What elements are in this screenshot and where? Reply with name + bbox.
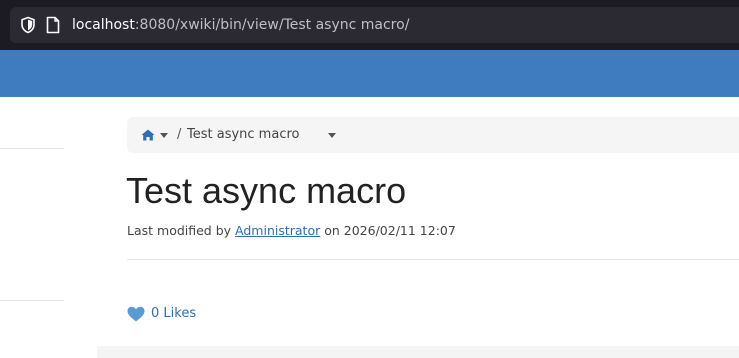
shield-icon[interactable] [19,16,37,34]
url-text[interactable]: localhost:8080/xwiki/bin/view/Test async… [72,16,409,34]
wiki-top-navbar [0,50,739,97]
heart-icon[interactable] [127,306,145,322]
breadcrumb: / Test async macro [127,117,739,153]
home-icon[interactable] [141,129,155,141]
url-path: :8080/xwiki/bin/view/Test async macro/ [134,17,410,33]
content-divider [127,259,739,260]
left-panel [0,97,97,358]
author-link[interactable]: Administrator [235,223,320,238]
page-title: Test async macro [126,170,407,211]
breadcrumb-separator: / [177,127,182,142]
modified-date: 2026/02/11 12:07 [343,223,456,238]
caret-down-icon[interactable] [160,133,168,138]
likes-count[interactable]: 0 Likes [151,305,196,323]
page-icon[interactable] [45,16,61,34]
browser-toolbar: localhost:8080/xwiki/bin/view/Test async… [0,0,739,50]
like-button[interactable]: 0 Likes [127,305,196,323]
main-content: / Test async macro Test async macro Last… [97,97,739,346]
caret-down-icon[interactable] [328,133,336,138]
document-info: Last modified by Administrator on 2026/0… [127,222,456,240]
left-panel-divider [0,300,64,301]
url-bar[interactable]: localhost:8080/xwiki/bin/view/Test async… [10,7,739,43]
modified-middle: on [320,223,344,238]
breadcrumb-item-current[interactable]: Test async macro [187,126,299,144]
url-host: localhost [72,17,135,33]
modified-prefix: Last modified by [127,223,236,238]
left-panel-divider [0,148,64,149]
